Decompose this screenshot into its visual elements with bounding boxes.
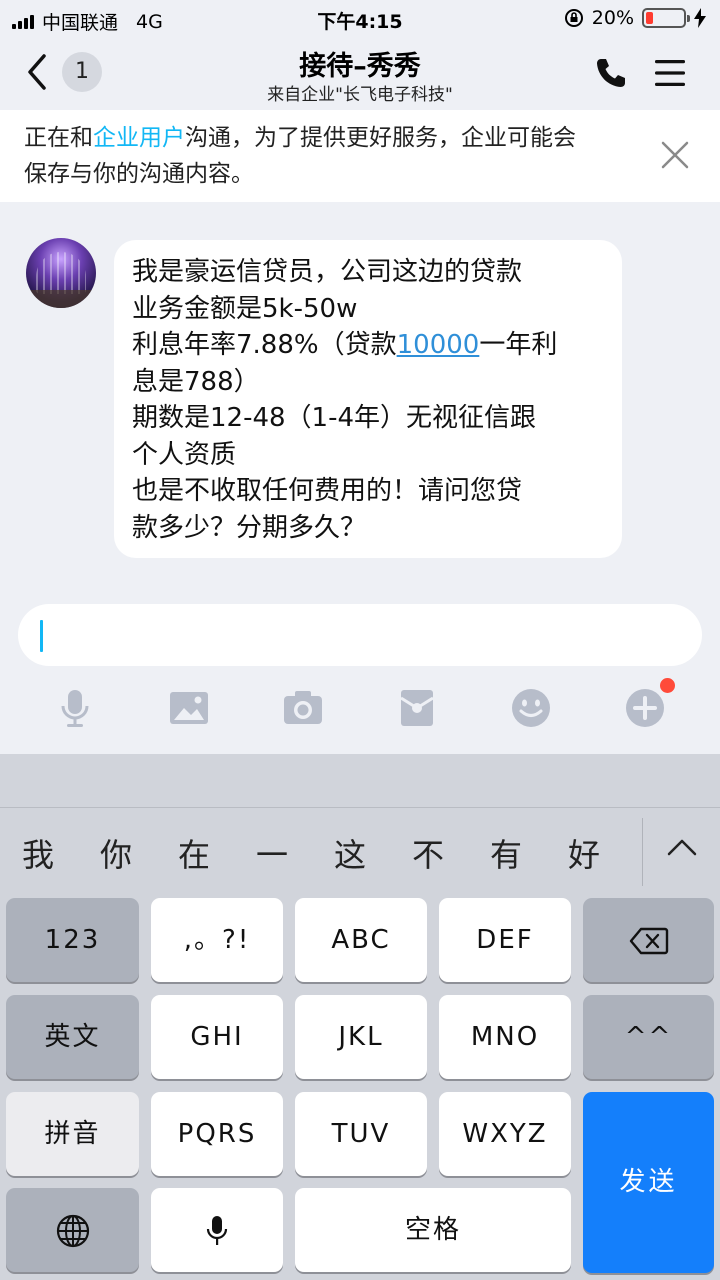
camera-icon[interactable]	[281, 686, 325, 730]
message-input[interactable]	[18, 604, 702, 666]
notice-enterprise-link[interactable]: 企业用户	[93, 125, 185, 151]
red-packet-icon[interactable]	[395, 686, 439, 730]
message-line: 息是788）	[132, 366, 260, 397]
plus-icon[interactable]	[623, 686, 667, 730]
key-punctuation[interactable]: ,。?!	[151, 898, 283, 982]
message-text: 一年利	[479, 330, 558, 360]
phone-icon[interactable]	[594, 56, 628, 90]
key-globe[interactable]	[6, 1188, 139, 1272]
orientation-lock-icon	[564, 9, 583, 27]
message-line: 我是豪运信贷员，公司这边的贷款	[132, 257, 523, 287]
battery-icon	[642, 8, 690, 28]
candidate-word[interactable]: 一	[256, 830, 288, 876]
chevron-up-icon[interactable]	[666, 836, 698, 858]
key-numbers[interactable]: 123	[6, 898, 139, 982]
status-right: 20%	[564, 7, 706, 29]
message-line: 利息年率7.88%（贷款10000一年利	[132, 327, 604, 364]
key-ghi[interactable]: GHI	[151, 995, 283, 1079]
candidate-word[interactable]: 这	[334, 830, 366, 876]
notice-text: 正在和企业用户沟通，为了提供更好服务，企业可能会 保存与你的沟通内容。	[24, 120, 634, 192]
candidate-word[interactable]: 不	[412, 830, 444, 876]
message-line: 款多少？分期多久？	[132, 512, 367, 543]
key-def[interactable]: DEF	[439, 898, 571, 982]
composer	[0, 590, 720, 754]
candidate-word[interactable]: 你	[100, 830, 132, 876]
keyboard: 我 你 在 一 这 不 有 好 123 ,。?! ABC DEF 英文 GHI …	[0, 754, 720, 1280]
text-caret	[40, 620, 43, 652]
candidate-word[interactable]: 我	[22, 830, 54, 876]
key-voice-input[interactable]	[151, 1188, 283, 1272]
message-text: 利息年率7.88%（贷款	[132, 330, 397, 360]
send-button[interactable]: 发送	[583, 1092, 714, 1273]
key-mno[interactable]: MNO	[439, 995, 571, 1079]
phone-number-link[interactable]: 10000	[397, 330, 480, 360]
keyboard-top-strip	[0, 754, 720, 808]
key-tuv[interactable]: TUV	[295, 1092, 427, 1176]
key-pinyin[interactable]: 拼音	[6, 1092, 139, 1176]
microphone-icon	[206, 1215, 228, 1245]
candidate-divider	[642, 818, 643, 886]
key-pqrs[interactable]: PQRS	[151, 1092, 283, 1176]
image-icon[interactable]	[167, 686, 211, 730]
candidate-word[interactable]: 有	[490, 830, 522, 876]
status-bar: 中国联通 4G 下午4:15 20%	[0, 0, 720, 38]
globe-icon	[56, 1214, 89, 1247]
key-wxyz[interactable]: WXYZ	[439, 1092, 571, 1176]
key-emoticon[interactable]: ^^	[583, 995, 714, 1079]
notification-dot	[660, 678, 675, 693]
avatar[interactable]	[26, 238, 96, 308]
candidate-bar: 我 你 在 一 这 不 有 好	[0, 808, 720, 894]
key-english[interactable]: 英文	[6, 995, 139, 1079]
battery-percent: 20%	[591, 7, 634, 29]
message-line: 个人资质	[132, 439, 237, 470]
key-jkl[interactable]: JKL	[295, 995, 427, 1079]
charging-bolt-icon	[694, 8, 706, 28]
key-abc[interactable]: ABC	[295, 898, 427, 982]
notice-line1: 沟通，为了提供更好服务，企业可能会	[185, 125, 576, 151]
message-line: 也是不收取任何费用的！请问您贷	[132, 476, 523, 506]
close-icon[interactable]	[660, 140, 690, 170]
emoji-icon[interactable]	[509, 686, 553, 730]
message-line: 业务金额是5k-50w	[132, 293, 358, 324]
notice-line2: 保存与你的沟通内容。	[24, 161, 254, 187]
menu-icon[interactable]	[654, 58, 686, 88]
message-bubble[interactable]: 我是豪运信贷员，公司这边的贷款 业务金额是5k-50w 利息年率7.88%（贷款…	[114, 240, 622, 558]
chat-header: 1 接待–秀秀 来自企业"长飞电子科技"	[0, 38, 720, 110]
candidate-word[interactable]: 在	[178, 830, 210, 876]
notice-prefix: 正在和	[24, 125, 93, 151]
privacy-notice: 正在和企业用户沟通，为了提供更好服务，企业可能会 保存与你的沟通内容。	[0, 110, 720, 202]
candidate-word[interactable]: 好	[568, 830, 600, 876]
key-space[interactable]: 空格	[295, 1188, 571, 1272]
backspace-icon	[629, 927, 668, 954]
message-line: 期数是12-48（1-4年）无视征信跟	[132, 403, 537, 433]
microphone-icon[interactable]	[53, 686, 97, 730]
key-backspace[interactable]	[583, 898, 714, 982]
chat-area[interactable]: 我是豪运信贷员，公司这边的贷款 业务金额是5k-50w 利息年率7.88%（贷款…	[0, 202, 720, 590]
